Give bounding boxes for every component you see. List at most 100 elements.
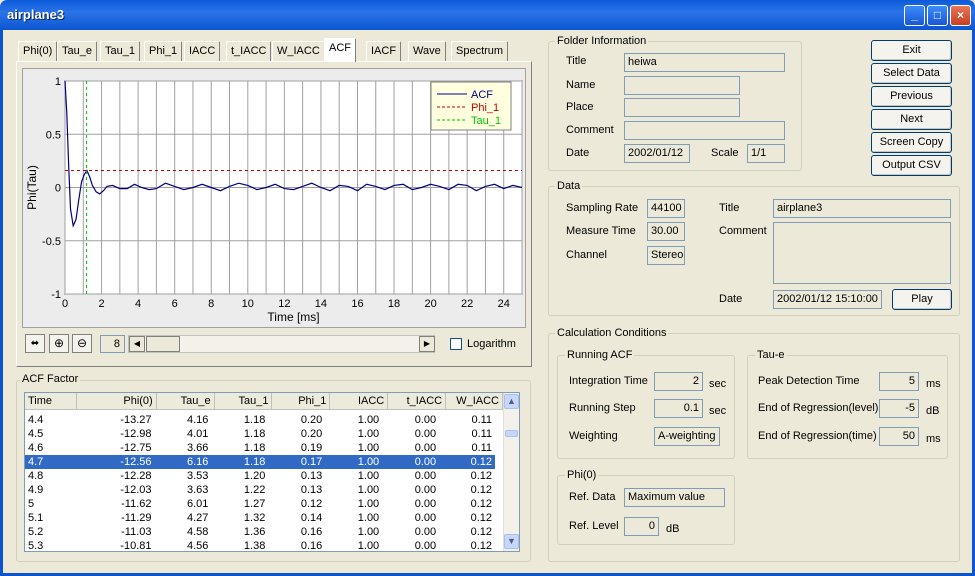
tab-acf[interactable]: ACF	[324, 38, 356, 62]
tab-iacc[interactable]: IACC	[184, 41, 221, 61]
sampling-rate-field[interactable]: 44100	[647, 199, 685, 218]
table-row[interactable]: 5.2 -11.03 4.58 1.36 0.16 1.00 0.00 0.12	[25, 525, 495, 539]
vertical-scrollbar[interactable]: ▲ ▼	[503, 393, 519, 551]
sampling-rate-label: Sampling Rate	[566, 202, 639, 214]
table-row[interactable]: 4.4 -13.27 4.16 1.18 0.20 1.00 0.00 0.11	[25, 413, 495, 427]
folder-comment-label: Comment	[566, 124, 614, 136]
scroll-down-icon[interactable]: ▼	[504, 534, 519, 549]
table-cell: 0.00	[414, 428, 437, 440]
eor-level-unit: dB	[926, 405, 940, 417]
column-header-phi-0-[interactable]: Phi(0)	[76, 393, 157, 410]
scroll-left-icon[interactable]: ◀	[129, 336, 145, 352]
data-title-field[interactable]: airplane3	[773, 199, 951, 218]
folder-comment-field[interactable]	[624, 121, 785, 140]
integration-time-field[interactable]: 2	[654, 372, 703, 391]
previous-button[interactable]: Previous	[871, 86, 952, 107]
data-date-field[interactable]: 2002/01/12 15:10:00	[773, 290, 882, 309]
running-step-field[interactable]: 0.1	[654, 399, 703, 418]
acf-factor-table[interactable]: Time Phi(0) Tau_e Tau_1 Phi_1 IACC t_IACC W_IAC…	[24, 392, 520, 552]
select-data-button[interactable]: Select Data	[871, 63, 952, 84]
scale-field[interactable]: 1/1	[747, 144, 785, 163]
table-row[interactable]: 5.1 -11.29 4.27 1.32 0.14 1.00 0.00 0.12	[25, 511, 495, 525]
table-row[interactable]: 4.5 -12.98 4.01 1.18 0.20 1.00 0.00 0.11	[25, 427, 495, 441]
output-csv-button[interactable]: Output CSV	[871, 155, 952, 176]
data-comment-field[interactable]	[773, 222, 951, 284]
logarithm-checkbox[interactable]	[450, 338, 462, 350]
x-tick-label: 12	[278, 298, 290, 310]
folder-date-field[interactable]: 2002/01/12	[624, 144, 690, 163]
table-row[interactable]: 4.7 -12.56 6.16 1.18 0.17 1.00 0.00 0.12	[25, 455, 495, 469]
folder-place-field[interactable]	[624, 98, 740, 117]
table-cell: 6.01	[187, 498, 209, 510]
tab-phi-0-[interactable]: Phi(0)	[18, 41, 58, 61]
folder-name-field[interactable]	[624, 76, 740, 95]
tab-iacf[interactable]: IACF	[366, 41, 402, 61]
eor-time-field[interactable]: 50	[879, 427, 919, 446]
table-row[interactable]: 5.3 -10.81 4.56 1.38 0.16 1.00 0.00 0.12	[25, 539, 495, 552]
table-cell: 0.00	[414, 526, 437, 538]
column-header-phi-1[interactable]: Phi_1	[272, 393, 331, 410]
table-cell: 1.00	[357, 498, 380, 510]
column-header-iacc[interactable]: IACC	[330, 393, 389, 410]
folder-title-field[interactable]: heiwa	[624, 53, 785, 72]
tab-t-iacc[interactable]: t_IACC	[226, 41, 272, 61]
table-cell: -11.62	[121, 498, 152, 510]
peak-detection-field[interactable]: 5	[879, 372, 919, 391]
table-cell: 1.00	[357, 526, 380, 538]
channel-field[interactable]: Stereo	[647, 246, 685, 265]
table-row[interactable]: 4.8 -12.28 3.53 1.20 0.13 1.00 0.00 0.12	[25, 469, 495, 483]
maximize-icon[interactable]: □	[927, 5, 948, 26]
table-cell: 5.3	[28, 540, 44, 552]
table-row[interactable]: 4.6 -12.75 3.66 1.18 0.19 1.00 0.00 0.11	[25, 441, 495, 455]
scroll-thumb[interactable]	[146, 336, 180, 352]
scroll-right-icon[interactable]: ▶	[419, 336, 435, 352]
column-header-t-iacc[interactable]: t_IACC	[388, 393, 447, 410]
peak-detection-unit: ms	[926, 378, 941, 390]
running-acf-title: Running ACF	[565, 349, 635, 361]
fit-width-icon[interactable]: ⬌	[25, 334, 45, 353]
tab-spectrum[interactable]: Spectrum	[451, 41, 509, 61]
table-cell: -12.03	[120, 484, 152, 496]
tab-tau-1[interactable]: Tau_1	[100, 41, 140, 61]
weighting-field[interactable]: A-weighting	[654, 427, 720, 446]
ref-level-field[interactable]: 0	[624, 517, 659, 536]
column-header-time[interactable]: Time	[25, 393, 77, 410]
running-step-unit: sec	[709, 405, 727, 417]
zoom-out-icon[interactable]: ⊖	[72, 334, 92, 353]
scroll-up-icon[interactable]: ▲	[504, 394, 519, 409]
table-cell: -12.56	[120, 456, 152, 468]
next-button[interactable]: Next	[871, 109, 952, 130]
page-field[interactable]: 8	[100, 335, 125, 353]
table-cell: 5.2	[28, 526, 44, 538]
table-cell: 0.16	[300, 526, 323, 538]
table-cell: 1.18	[243, 428, 266, 440]
table-cell: 1.18	[243, 414, 266, 426]
ref-data-field[interactable]: Maximum value	[624, 488, 725, 507]
table-cell: 0.11	[471, 414, 493, 426]
tab-wave[interactable]: Wave	[408, 41, 446, 61]
table-row[interactable]: 5 -11.62 6.01 1.27 0.12 1.00 0.00 0.12	[25, 497, 495, 511]
table-cell: -10.81	[120, 540, 152, 552]
exit-button[interactable]: Exit	[871, 40, 952, 61]
tab-w-iacc[interactable]: W_IACC	[272, 41, 325, 61]
minimize-icon[interactable]: _	[904, 5, 925, 26]
tab-phi-1[interactable]: Phi_1	[144, 41, 183, 61]
eor-time-label: End of Regression(time)	[758, 430, 877, 442]
column-header-w-iacc[interactable]: W_IACC	[446, 393, 503, 410]
table-row[interactable]: 4.9 -12.03 3.63 1.22 0.13 1.00 0.00 0.12	[25, 483, 495, 497]
horizontal-scrollbar[interactable]: ◀ ▶	[128, 335, 435, 353]
play-button[interactable]: Play	[892, 289, 952, 310]
eor-level-field[interactable]: -5	[879, 399, 919, 418]
column-header-tau-e[interactable]: Tau_e	[156, 393, 215, 410]
calc-conditions-title: Calculation Conditions	[555, 327, 669, 339]
scroll-thumb-v[interactable]	[505, 430, 518, 437]
x-tick-label: 20	[424, 298, 436, 310]
table-cell: 0.11	[471, 442, 493, 454]
column-header-tau-1[interactable]: Tau_1	[214, 393, 273, 410]
close-icon[interactable]: ×	[950, 5, 971, 26]
screen-copy-button[interactable]: Screen Copy	[871, 132, 952, 153]
measure-time-field[interactable]: 30.00	[647, 222, 685, 241]
tab-tau-e[interactable]: Tau_e	[57, 41, 97, 61]
y-axis-label: Phi(Tau)	[25, 165, 39, 210]
zoom-in-icon[interactable]: ⊕	[49, 334, 69, 353]
